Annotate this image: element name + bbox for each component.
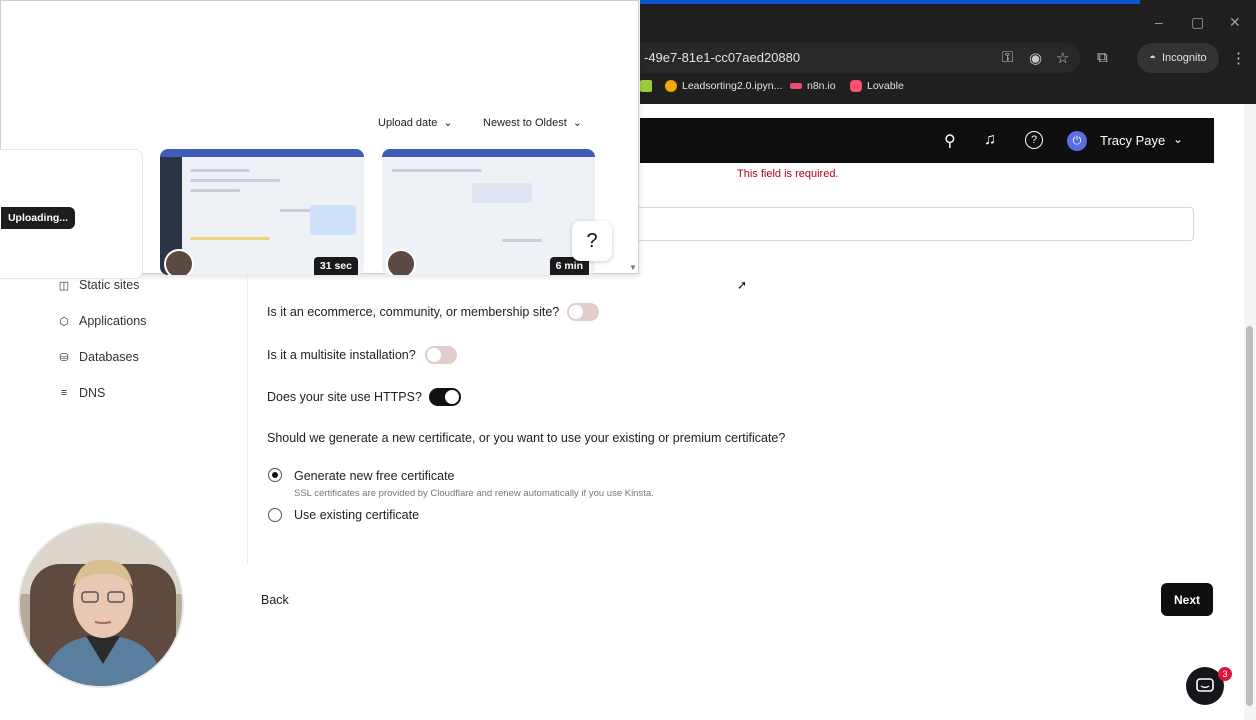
- uploading-badge: Uploading...: [1, 207, 75, 229]
- order-label: Newest to Oldest: [483, 116, 567, 129]
- layers-icon: ⬡: [59, 315, 69, 328]
- sidebar-item-label: DNS: [79, 386, 106, 400]
- generate-certificate-label[interactable]: Generate new free certificate: [294, 469, 455, 483]
- sidebar-item-static-sites[interactable]: ◫ Static sites: [58, 278, 140, 292]
- address-bar-url: -49e7-81e1-cc07aed20880: [644, 50, 801, 65]
- page-scrollbar-thumb[interactable]: [1246, 326, 1253, 706]
- bookmark-label: Lovable: [867, 80, 904, 92]
- dns-icon: ≡: [60, 387, 68, 399]
- upload-overlay-panel: Upload date ⌄ Newest to Oldest ⌄ Uploadi…: [0, 0, 639, 279]
- sidebar-item-applications[interactable]: ⬡ Applications: [58, 314, 146, 328]
- generate-certificate-radio[interactable]: [268, 468, 282, 482]
- https-toggle[interactable]: [429, 388, 461, 406]
- user-name[interactable]: Tracy Paye: [1100, 133, 1165, 148]
- bookmark-item[interactable]: Lovable: [850, 80, 904, 92]
- bookmark-item[interactable]: Leadsorting2.0.ipyn...: [665, 80, 782, 92]
- incognito-icon: ◓: [1149, 52, 1156, 64]
- next-button[interactable]: Next: [1161, 583, 1213, 616]
- question-https: Does your site use HTTPS?: [267, 390, 422, 404]
- static-sites-icon: ◫: [58, 279, 70, 292]
- avatar[interactable]: ⏻: [1067, 131, 1087, 151]
- bookmark-label: n8n.io: [807, 80, 836, 92]
- search-tabs-icon[interactable]: ⧉: [1097, 49, 1108, 66]
- jupyter-icon: [665, 80, 677, 92]
- avatar: [164, 249, 194, 275]
- question-multisite: Is it a multisite installation?: [267, 348, 416, 362]
- menu-kebab-icon[interactable]: ⋮: [1231, 49, 1246, 67]
- thumbnail-header: [382, 149, 595, 157]
- minimize-icon[interactable]: –: [1155, 14, 1163, 30]
- bookmark-label: Leadsorting2.0.ipyn...: [682, 80, 783, 92]
- incognito-chip[interactable]: ◓ Incognito: [1137, 43, 1219, 73]
- thumbnail-header: [160, 149, 364, 157]
- scroll-down-icon[interactable]: ▼: [629, 263, 637, 272]
- maximize-icon[interactable]: ▢: [1191, 14, 1204, 31]
- sidebar-item-label: Static sites: [79, 278, 140, 292]
- webcam-overlay: [18, 522, 184, 688]
- site-name-input[interactable]: [620, 207, 1194, 241]
- back-button[interactable]: Back: [261, 593, 289, 607]
- help-icon[interactable]: ?: [1025, 131, 1043, 149]
- incognito-label: Incognito: [1162, 52, 1207, 64]
- help-button[interactable]: ?: [572, 221, 612, 261]
- chat-icon: [1196, 678, 1214, 692]
- sort-by-select[interactable]: Upload date ⌄: [378, 116, 453, 130]
- video-duration: 31 sec: [313, 257, 358, 275]
- star-icon[interactable]: ☆: [1056, 49, 1069, 67]
- avatar: [386, 249, 416, 275]
- sidebar-divider: [247, 274, 248, 564]
- question-ecommerce: Is it an ecommerce, community, or member…: [267, 305, 560, 319]
- existing-certificate-label[interactable]: Use existing certificate: [294, 508, 419, 522]
- lovable-icon: [850, 80, 862, 92]
- page-loading-bar: [640, 0, 1140, 4]
- key-icon[interactable]: ⚿: [1002, 49, 1013, 66]
- sidebar-item-databases[interactable]: ⛁ Databases: [58, 350, 139, 364]
- order-select[interactable]: Newest to Oldest ⌄: [483, 116, 582, 130]
- bookmark-favicon-icon: [640, 80, 652, 92]
- multisite-toggle[interactable]: [425, 346, 457, 364]
- bookmark-partial[interactable]: [640, 80, 652, 92]
- bookmark-item[interactable]: n8n.io: [790, 80, 836, 92]
- notification-badge: 3: [1218, 667, 1232, 681]
- eye-slash-icon[interactable]: ◉: [1029, 49, 1042, 67]
- sidebar-item-label: Applications: [79, 314, 147, 328]
- n8n-icon: [790, 83, 802, 89]
- sidebar-item-label: Databases: [79, 350, 139, 364]
- chevron-down-icon: ⌄: [443, 117, 453, 129]
- certificate-question: Should we generate a new certificate, or…: [267, 431, 786, 445]
- sidebar-item-dns[interactable]: ≡ DNS: [58, 386, 106, 400]
- sort-by-label: Upload date: [378, 116, 438, 129]
- chevron-down-icon: ⌄: [572, 117, 582, 129]
- close-icon[interactable]: ✕: [1229, 14, 1241, 31]
- validation-error: This field is required.: [737, 168, 839, 180]
- video-thumbnail[interactable]: 6 min: [382, 149, 595, 275]
- existing-certificate-radio[interactable]: [268, 508, 282, 522]
- ecommerce-toggle[interactable]: [567, 303, 599, 321]
- certificate-hint: SSL certificates are provided by Cloudfl…: [294, 488, 654, 499]
- video-thumbnail[interactable]: 31 sec: [160, 149, 364, 275]
- presenter-image: [20, 524, 182, 686]
- search-icon[interactable]: ⚲: [944, 131, 956, 151]
- chevron-down-icon[interactable]: ⌄: [1173, 132, 1183, 146]
- database-icon: ⛁: [59, 351, 69, 364]
- bell-icon[interactable]: ♫: [984, 131, 996, 149]
- mouse-cursor-icon: ➚: [737, 278, 748, 292]
